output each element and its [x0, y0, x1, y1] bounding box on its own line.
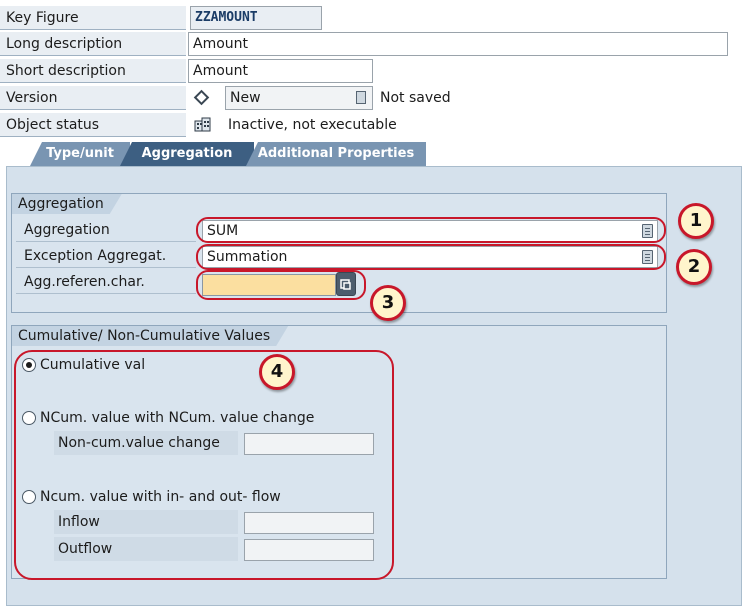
version-status: Not saved: [380, 90, 451, 106]
short-description-input[interactable]: Amount: [188, 59, 373, 83]
diamond-icon: [193, 89, 210, 106]
outflow-label: Outflow: [54, 537, 238, 561]
radio-inflow-outflow[interactable]: [22, 490, 36, 504]
noncum-value-change-input[interactable]: [244, 433, 374, 455]
radio-ncum-value-change[interactable]: [22, 411, 36, 425]
noncum-value-change-label: Non-cum.value change: [54, 431, 238, 455]
key-figure-field: ZZAMOUNT: [190, 6, 322, 30]
radio-ncum-value-change-label: NCum. value with NCum. value change: [40, 410, 315, 426]
cumulative-group: Cumulative/ Non-Cumulative Values Cumula…: [11, 325, 667, 579]
long-description-label: Long description: [0, 32, 186, 56]
search-help-icon[interactable]: [336, 272, 356, 296]
aggregation-value: SUM: [207, 223, 239, 239]
inflow-input[interactable]: [244, 512, 374, 534]
value-help-icon[interactable]: [642, 250, 653, 264]
annotation-badge-3: 3: [370, 285, 406, 321]
outflow-input[interactable]: [244, 539, 374, 561]
agg-reference-char-label: Agg.referen.char.: [16, 270, 196, 294]
tab-strip: Type/unit Aggregation Additional Propert…: [6, 142, 742, 166]
short-description-label: Short description: [0, 59, 186, 83]
annotation-badge-1: 1: [678, 203, 714, 239]
aggregation-label: Aggregation: [16, 218, 196, 242]
exception-aggregation-label: Exception Aggregat.: [16, 244, 196, 268]
object-status-value: Inactive, not executable: [228, 117, 397, 133]
exception-aggregation-select[interactable]: Summation: [202, 246, 658, 268]
radio-cumulative[interactable]: [22, 358, 36, 372]
aggregation-group: Aggregation Aggregation SUM Exception Ag…: [11, 193, 667, 313]
radio-cumulative-label: Cumulative val: [40, 357, 146, 373]
agg-reference-char-input[interactable]: [202, 274, 336, 296]
version-status-icon: [356, 91, 366, 104]
version-label: Version: [0, 86, 186, 110]
tab-panel: Aggregation Aggregation SUM Exception Ag…: [6, 166, 742, 606]
radio-inflow-outflow-label: Ncum. value with in- and out- flow: [40, 489, 281, 505]
key-figure-label: Key Figure: [0, 6, 186, 30]
aggregation-group-title: Aggregation: [12, 194, 122, 214]
version-field: New: [225, 86, 373, 110]
inflow-label: Inflow: [54, 510, 238, 534]
aggregation-select[interactable]: SUM: [202, 220, 658, 242]
annotation-badge-4: 4: [259, 354, 295, 390]
tab-additional-properties[interactable]: Additional Properties: [246, 142, 426, 166]
long-description-input[interactable]: Amount: [188, 32, 728, 56]
building-icon: [194, 117, 212, 132]
value-help-icon[interactable]: [642, 224, 653, 238]
cumulative-group-title: Cumulative/ Non-Cumulative Values: [12, 326, 288, 346]
exception-aggregation-value: Summation: [207, 249, 288, 265]
annotation-badge-2: 2: [676, 249, 712, 285]
object-status-label: Object status: [0, 113, 186, 137]
tab-type-unit[interactable]: Type/unit: [30, 142, 130, 166]
tab-aggregation[interactable]: Aggregation: [120, 142, 254, 166]
